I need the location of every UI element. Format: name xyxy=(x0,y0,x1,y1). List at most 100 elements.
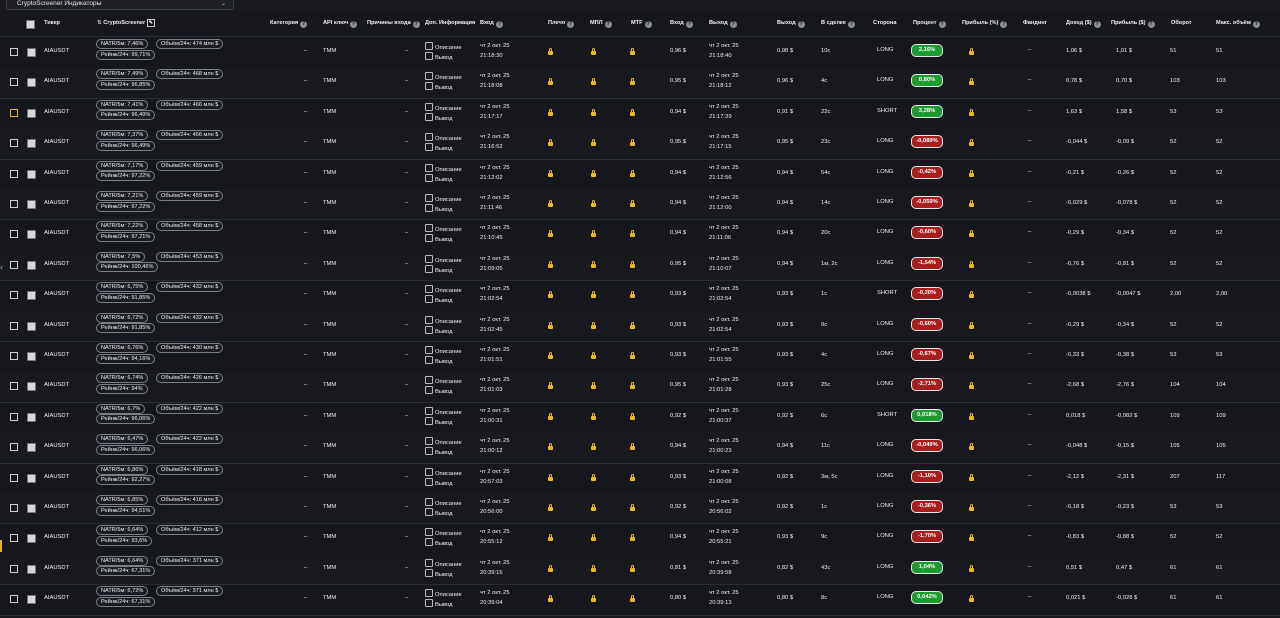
table-row[interactable]: AIAUSDT NATR/5м: 6,64% Объём/24ч: 412 млн … xyxy=(0,523,1280,555)
lock-icon[interactable] xyxy=(591,78,596,86)
conclusion-checkbox[interactable]: Вывод xyxy=(425,82,453,91)
expand-icon[interactable] xyxy=(10,564,18,573)
lock-icon[interactable] xyxy=(969,564,974,572)
expand-icon[interactable] xyxy=(10,260,18,269)
col-ticker[interactable]: Тикер xyxy=(44,20,60,26)
conclusion-checkbox[interactable]: Вывод xyxy=(425,568,453,578)
ticker[interactable]: AIAUSDT xyxy=(44,474,69,480)
lock-icon[interactable] xyxy=(969,230,974,238)
conclusion-checkbox[interactable]: Вывод xyxy=(425,112,453,122)
ticker[interactable]: AIAUSDT xyxy=(44,48,69,54)
conclusion-checkbox[interactable]: Вывод xyxy=(425,538,453,547)
row-checkbox[interactable] xyxy=(27,564,36,574)
expand-icon[interactable] xyxy=(10,291,18,300)
expand-icon[interactable] xyxy=(10,504,18,512)
description-checkbox[interactable]: Описание xyxy=(425,102,462,112)
lock-icon[interactable] xyxy=(630,382,635,390)
checkbox-icon[interactable] xyxy=(425,356,433,364)
lock-icon[interactable] xyxy=(548,78,553,86)
row-checkbox[interactable] xyxy=(27,352,36,361)
ticker[interactable]: AIAUSDT xyxy=(44,595,69,601)
conclusion-checkbox[interactable]: Вывод xyxy=(425,599,453,608)
expand-icon[interactable] xyxy=(10,473,18,482)
help-icon[interactable]: ? xyxy=(729,21,737,28)
checkbox-icon[interactable] xyxy=(425,102,433,111)
lock-icon[interactable] xyxy=(591,260,596,268)
description-checkbox[interactable]: Описание xyxy=(425,528,462,537)
checkbox-icon[interactable] xyxy=(425,194,433,202)
col-exit[interactable]: Выход? xyxy=(709,20,737,28)
checkbox-icon[interactable] xyxy=(425,558,433,567)
row-checkbox[interactable] xyxy=(27,534,36,544)
checkbox-icon[interactable] xyxy=(425,386,433,395)
indicator-dropdown[interactable]: CryptoScreener Индикаторы ⌄ xyxy=(6,0,234,10)
conclusion-checkbox[interactable]: Вывод xyxy=(425,508,453,517)
expand-icon[interactable] xyxy=(10,352,18,360)
checkbox-icon[interactable] xyxy=(425,467,433,476)
conclusion-checkbox[interactable]: Вывод xyxy=(425,234,453,243)
lock-icon[interactable] xyxy=(548,595,553,603)
col-turnover[interactable]: Оборот xyxy=(1171,20,1192,26)
lock-icon[interactable] xyxy=(969,139,974,147)
lock-icon[interactable] xyxy=(969,534,974,542)
lock-icon[interactable] xyxy=(591,534,596,542)
lock-icon[interactable] xyxy=(591,139,596,147)
lock-icon[interactable] xyxy=(591,169,596,177)
description-checkbox[interactable]: Описание xyxy=(425,224,462,233)
row-checkbox[interactable] xyxy=(27,108,36,118)
col-api-key[interactable]: API ключ? xyxy=(323,20,358,28)
lock-icon[interactable] xyxy=(969,382,974,390)
row-checkbox[interactable] xyxy=(27,260,36,270)
row-checkbox[interactable] xyxy=(27,412,36,422)
col-profit-usd[interactable]: Прибыль ($)? xyxy=(1111,20,1155,28)
lock-icon[interactable] xyxy=(548,169,553,177)
row-checkbox[interactable] xyxy=(27,48,36,57)
checkbox-icon[interactable] xyxy=(425,447,433,456)
checkbox-icon[interactable] xyxy=(425,143,433,152)
ticker[interactable]: AIAUSDT xyxy=(44,322,69,328)
ticker[interactable]: AIAUSDT xyxy=(44,139,69,145)
table-row[interactable]: AIAUSDT NATR/5м: 7,21% Объём/24ч: 459 млн … xyxy=(0,189,1280,221)
lock-icon[interactable] xyxy=(969,78,974,86)
table-row[interactable]: AIAUSDT NATR/5м: 6,75% Объём/24ч: 432 млн … xyxy=(0,280,1280,312)
conclusion-checkbox[interactable]: Вывод xyxy=(425,416,453,426)
help-icon[interactable]: ? xyxy=(1000,21,1008,28)
table-row[interactable]: AIAUSDT NATR/5м: 7,49% Объём/24ч: 468 млн … xyxy=(0,67,1280,99)
lock-icon[interactable] xyxy=(591,412,596,420)
lock-icon[interactable] xyxy=(630,260,635,268)
row-checkbox[interactable] xyxy=(27,139,36,149)
lock-icon[interactable] xyxy=(548,443,553,451)
help-icon[interactable]: ? xyxy=(350,21,358,28)
checkbox-icon[interactable] xyxy=(425,173,433,182)
checkbox-icon[interactable] xyxy=(425,254,433,263)
row-checkbox[interactable] xyxy=(27,504,36,513)
table-row[interactable]: AIAUSDT NATR/5м: 6,85% Объём/24ч: 416 млн … xyxy=(0,493,1280,525)
col-entry-price[interactable]: Вход? xyxy=(670,20,693,28)
col-profit-pct[interactable]: Прибыль (%)? xyxy=(962,20,1008,28)
lock-icon[interactable] xyxy=(591,352,596,359)
checkbox-icon[interactable] xyxy=(425,52,433,60)
chevron-left-icon[interactable]: ‹ xyxy=(0,262,3,272)
help-icon[interactable]: ? xyxy=(567,21,575,28)
checkbox-icon[interactable] xyxy=(425,528,433,537)
description-checkbox[interactable]: Описание xyxy=(425,133,462,142)
lock-icon[interactable] xyxy=(969,473,974,481)
row-checkbox[interactable] xyxy=(27,321,36,331)
lock-icon[interactable] xyxy=(969,169,974,177)
table-row[interactable]: AIAUSDT NATR/5м: 6,7% Объём/24ч: 422 млн $… xyxy=(0,402,1280,434)
description-checkbox[interactable]: Описание xyxy=(425,498,462,507)
help-icon[interactable]: ? xyxy=(604,21,612,28)
lock-icon[interactable] xyxy=(591,382,596,390)
checkbox-icon[interactable] xyxy=(425,406,433,415)
lock-icon[interactable] xyxy=(591,504,596,511)
expand-icon[interactable] xyxy=(10,108,18,117)
table-row[interactable]: AIAUSDT NATR/5м: 6,47% Объём/24ч: 422 млн … xyxy=(0,432,1280,464)
checkbox-icon[interactable] xyxy=(425,204,433,212)
checkbox-icon[interactable] xyxy=(425,42,433,50)
lock-icon[interactable] xyxy=(548,139,553,147)
checkbox-icon[interactable] xyxy=(425,112,433,121)
lock-icon[interactable] xyxy=(969,48,974,55)
lock-icon[interactable] xyxy=(630,443,635,451)
ticker[interactable]: AIAUSDT xyxy=(44,170,69,176)
description-checkbox[interactable]: Описание xyxy=(425,376,462,385)
